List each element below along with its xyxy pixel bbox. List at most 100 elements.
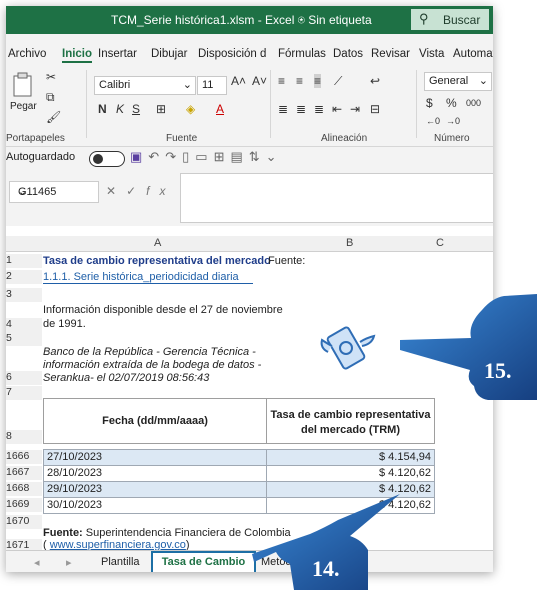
tab-vista[interactable]: Vista [419,48,444,60]
column-header-b[interactable]: B [346,237,353,249]
fill-color-icon[interactable]: ◈ [186,102,195,116]
insert-function-icon[interactable]: fx [146,184,175,198]
tab-dibujar[interactable]: Dibujar [151,48,187,60]
cancel-icon[interactable]: ✕ [106,184,126,198]
flying-money-icon [320,326,376,370]
formula-input[interactable] [180,173,493,223]
format-painter-icon[interactable]: 🖌 [46,110,61,124]
increase-indent-icon[interactable]: ⇥ [350,102,360,116]
sheet-tab-tasa-de-cambio[interactable]: Tasa de Cambio [151,551,256,572]
customize-icon[interactable]: ⌄ [266,149,283,164]
align-right-icon[interactable]: ≣ [314,102,324,116]
row-header[interactable]: 3 [6,288,42,302]
title-bar: TCM_Serie histórica1.xlsm - Excel ⍟ Sin … [6,6,493,34]
date-cell: 30/10/2023 [47,499,103,511]
align-left-icon[interactable]: ≣ [278,102,288,116]
sheet-title: Tasa de cambio representativa del mercad… [43,255,271,267]
comma-style-icon[interactable]: 000 [466,98,481,108]
chevron-down-icon: ⌄ [478,75,488,87]
row-header[interactable]: 1671 [6,539,42,551]
redo-icon[interactable]: ↷ [165,149,182,164]
next-sheet-icon[interactable]: ▸ [66,556,72,569]
decrease-indent-icon[interactable]: ⇤ [332,102,342,116]
row-header[interactable]: 4 [6,318,42,332]
merge-center-icon[interactable]: ⊟ [370,102,380,116]
cut-icon[interactable]: ✂ [46,70,56,84]
borders-icon[interactable]: ⊞ [214,149,231,164]
sheet-tab-plantilla[interactable]: Plantilla [101,556,140,568]
font-size-select[interactable]: 11 [197,76,227,95]
date-cell: 29/10/2023 [47,483,103,495]
bank-text-line3: Serankua- el 02/07/2019 08:56:43 [43,372,210,384]
align-center-icon[interactable]: ≣ [296,102,306,116]
row-header[interactable]: 2 [6,270,42,284]
shrink-font-icon[interactable]: A˅ [252,74,267,88]
font-name-select[interactable]: Calibri ⌄ [94,76,196,95]
copy-icon[interactable]: ⧉ [46,90,55,105]
save-icon[interactable]: ▣ [130,149,148,164]
undo-icon[interactable]: ↶ [148,149,165,164]
row-header[interactable]: 7 [6,386,42,400]
tab-disposicion[interactable]: Disposición d [198,48,266,60]
paste-button[interactable]: Pegar [10,72,40,114]
autosave-toggle[interactable] [89,151,125,167]
table-row[interactable]: 27/10/2023 $ 4.154,94 [43,449,435,466]
name-box[interactable]: G11465 ⌄ [9,181,99,203]
formula-bar: G11465 ⌄ ✕✓fx [6,171,493,223]
percent-icon[interactable]: % [446,96,457,110]
wrap-text-icon[interactable]: ↩ [370,74,380,88]
chevron-down-icon: ⌄ [182,79,192,91]
open-folder-icon[interactable]: ▭ [195,149,213,164]
trm-cell: $ 4.120,62 [379,467,431,479]
tab-archivo[interactable]: Archivo [8,48,46,60]
tab-inicio[interactable]: Inicio [62,48,93,63]
grow-font-icon[interactable]: A˄ [231,74,246,88]
number-format-select[interactable]: General ⌄ [424,72,492,91]
align-bottom-icon[interactable]: ≡ [314,74,322,88]
clipboard-icon [13,72,32,97]
row-header[interactable]: 5 [6,332,42,346]
currency-icon[interactable]: $ [426,96,433,110]
info-text-line2: de 1991. [43,318,86,330]
divider [416,70,417,138]
enter-icon[interactable]: ✓ [126,184,146,198]
row-header[interactable]: 1668 [6,482,42,496]
font-color-button[interactable]: A [216,102,224,116]
tab-automatizar[interactable]: Automatizar [453,48,493,60]
bold-button[interactable]: N [98,102,107,116]
italic-button[interactable]: K [116,102,124,116]
tab-datos[interactable]: Datos [333,48,363,60]
sort-icon[interactable]: ⇅ [249,149,266,164]
row-header[interactable]: 1670 [6,515,42,529]
search-box[interactable]: ⚲ Buscar [411,9,489,30]
row-header[interactable]: 8 [6,430,42,444]
align-middle-icon[interactable]: ≡ [296,74,303,88]
form-icon[interactable]: ▤ [230,149,248,164]
prev-sheet-icon[interactable]: ◂ [34,556,40,569]
column-header-c[interactable]: C [436,237,444,249]
group-label-portapapeles: Portapapeles [6,133,65,144]
underline-button[interactable]: S [132,102,140,116]
decrease-decimal-icon[interactable]: →0 [446,116,460,126]
bank-text-line1: Banco de la República - Gerencia Técnica… [43,346,256,358]
tab-formulas[interactable]: Fórmulas [278,48,326,60]
tab-revisar[interactable]: Revisar [371,48,410,60]
sensitivity-icon: ⍟ [297,13,309,27]
table-row[interactable]: 28/10/2023 $ 4.120,62 [43,465,435,482]
date-cell: 28/10/2023 [47,467,103,479]
column-header-a[interactable]: A [154,237,161,249]
tab-insertar[interactable]: Insertar [98,48,137,60]
source-label: Fuente: [268,255,306,267]
new-file-icon[interactable]: ▯ [182,149,195,164]
increase-decimal-icon[interactable]: ←0 [426,116,440,126]
borders-icon[interactable]: ⊞ [156,102,166,116]
row-header[interactable]: 1666 [6,450,42,464]
info-text-line1: Información disponible desde el 27 de no… [43,304,283,316]
divider [270,70,271,138]
row-header[interactable]: 1667 [6,466,42,480]
row-header[interactable]: 1669 [6,498,42,512]
orientation-icon[interactable]: ⟋ [334,74,342,89]
row-header[interactable]: 1 [6,254,42,268]
align-top-icon[interactable]: ≡ [278,74,285,88]
row-header[interactable]: 6 [6,371,42,385]
